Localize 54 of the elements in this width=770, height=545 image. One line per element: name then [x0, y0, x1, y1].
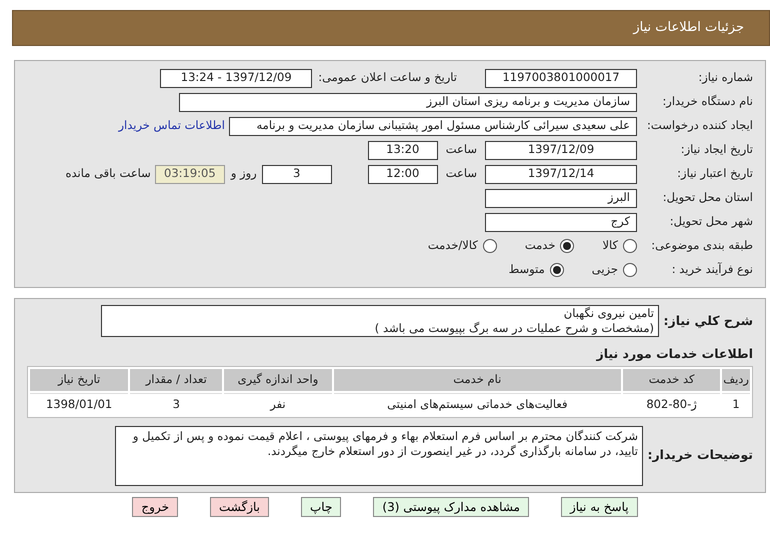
- remaining-time-field: 03:19:05: [154, 164, 225, 184]
- column-header: نام خدمت: [334, 368, 622, 391]
- field-label: شماره نیاز:: [697, 69, 754, 86]
- field-label: نام دستگاه خریدار:: [661, 93, 754, 110]
- field-label: شهر محل تحویل:: [668, 213, 754, 230]
- column-header: کد خدمت: [623, 368, 720, 391]
- need-number-field: 1197003801000017: [485, 68, 637, 88]
- column-header: ردیف: [722, 368, 750, 391]
- summary-field: تامین نیروی نگهبان (مشخصات و شرح عملیات در سه برگ بپیوست می باشد ): [101, 305, 659, 337]
- radio-button[interactable]: [550, 263, 564, 277]
- action-button[interactable]: چاپ: [301, 496, 342, 517]
- action-button[interactable]: پاسخ به نیاز: [560, 496, 638, 517]
- radio-label: متوسط: [508, 261, 545, 278]
- buyer-field: سازمان مدیریت و برنامه ریزی استان البرز: [179, 92, 637, 112]
- radio-button[interactable]: [482, 239, 497, 253]
- requester-field: علی سعیدی سیرائی کارشناس مسئول امور پشتیبانی سازمان مدیریت و برنامه: [229, 116, 637, 136]
- date-field: 1397/12/09: [485, 140, 637, 160]
- time-field: 12:00: [368, 164, 438, 184]
- column-header: تعداد / مقدار: [130, 368, 222, 391]
- field-label: شرح کلي نياز:: [662, 312, 754, 330]
- field-label: طبقه بندی موضوعی:: [650, 237, 754, 254]
- time-label: ساعت: [446, 141, 477, 158]
- radio-label: کالا: [602, 237, 618, 254]
- action-button[interactable]: خروج: [132, 496, 178, 517]
- city-field: کرج: [485, 212, 637, 232]
- action-button[interactable]: بازگشت: [210, 496, 269, 517]
- radio-label: کالا/خدمت: [428, 237, 478, 254]
- days-label: روز و: [230, 165, 257, 182]
- field-label: تاریخ ایجاد نیاز:: [680, 141, 754, 158]
- field-label: تاریخ و ساعت اعلان عمومی:: [318, 69, 457, 86]
- remaining-label: ساعت باقی مانده: [66, 165, 151, 182]
- radio-button[interactable]: [623, 263, 637, 277]
- field-label: توضیحات خریدار:: [646, 446, 754, 464]
- days-field: 3: [262, 164, 332, 184]
- announce-date-field: 1397/12/09 - 13:24: [160, 68, 312, 88]
- buyer-notes-field: شرکت کنندگان محترم بر اساس فرم استعلام بهاء و فرمهای پیوستی ، اعلام قیمت نموده و پس از تکمیل و تایید، در سامانه بارگذاری گردد، در غیر اینصورت از دور استعلام خارج میگردند.: [115, 426, 643, 486]
- action-button[interactable]: مشاهده مدارک پیوستی (3): [373, 496, 529, 517]
- page-header: جزئیات اطلاعات نیاز: [12, 10, 770, 46]
- radio-button[interactable]: [623, 239, 637, 253]
- section-title: اطلاعات خدمات مورد نیاز: [595, 345, 754, 363]
- contact-link[interactable]: اطلاعات تماس خریدار: [118, 117, 225, 135]
- radio-button[interactable]: [560, 239, 574, 253]
- field-label: نوع فرآیند خرید :: [670, 261, 754, 278]
- field-label: ایجاد کننده درخواست:: [646, 117, 754, 134]
- radio-label: جزیی: [592, 261, 618, 278]
- province-field: البرز: [485, 188, 637, 208]
- time-label: ساعت: [446, 165, 477, 182]
- field-label: تاریخ اعتبار نیاز:: [676, 165, 754, 182]
- field-label: استان محل تحویل:: [662, 189, 754, 206]
- column-header: تاریخ نیاز: [30, 368, 128, 391]
- radio-label: خدمت: [524, 237, 556, 254]
- time-field: 13:20: [368, 140, 438, 160]
- date-field: 1397/12/14: [485, 164, 637, 184]
- column-header: واحد اندازه گیری: [224, 368, 332, 391]
